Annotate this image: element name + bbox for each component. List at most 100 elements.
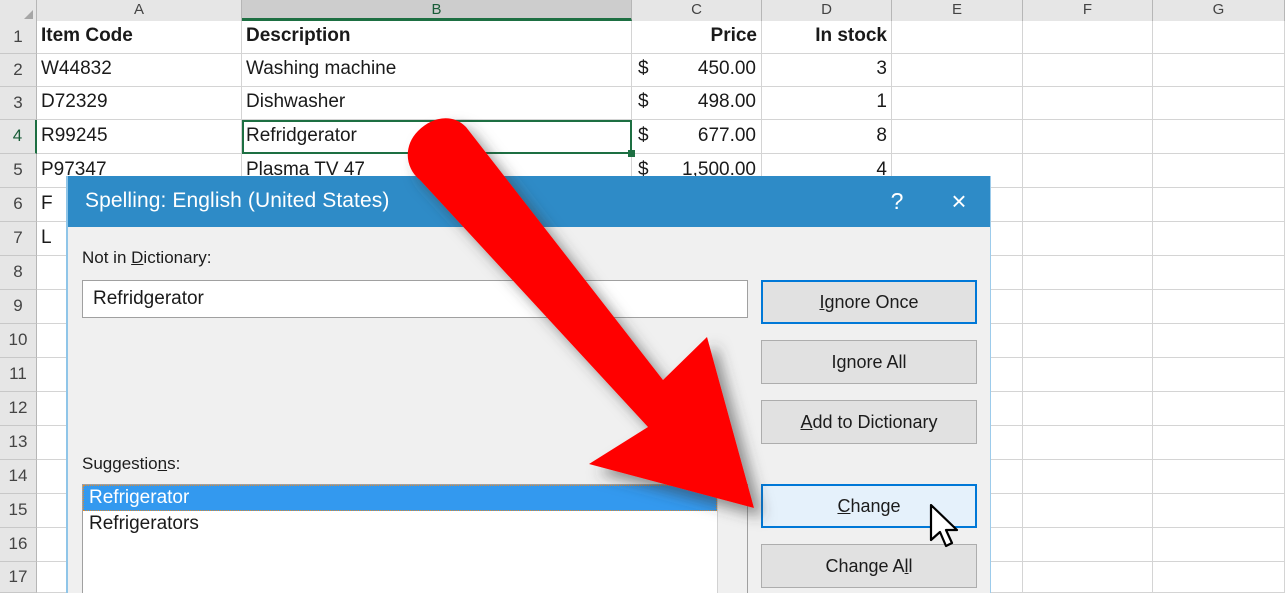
suggestion-item[interactable]: Refrigerator	[83, 485, 717, 511]
cell-F14[interactable]	[1023, 460, 1153, 494]
cell-G1[interactable]	[1153, 21, 1285, 54]
cell-F17[interactable]	[1023, 562, 1153, 593]
cell-G10[interactable]	[1153, 324, 1285, 358]
cell-F15[interactable]	[1023, 494, 1153, 528]
row-header-13[interactable]: 13	[0, 426, 37, 460]
select-all-corner[interactable]	[0, 0, 37, 21]
row-header-3[interactable]: 3	[0, 87, 37, 120]
not-in-dictionary-field[interactable]: Refridgerator	[82, 280, 748, 318]
cell-G17[interactable]	[1153, 562, 1285, 593]
cell-F9[interactable]	[1023, 290, 1153, 324]
button-label-post: gnore Once	[824, 292, 919, 312]
button-label-accelerator: g	[836, 352, 847, 372]
cell-C2[interactable]: $450.00	[632, 54, 762, 87]
cell-F12[interactable]	[1023, 392, 1153, 426]
close-icon[interactable]: ×	[928, 176, 990, 227]
row-header-11[interactable]: 11	[0, 358, 37, 392]
cell-A4[interactable]: R99245	[37, 120, 242, 154]
cell-D3[interactable]: 1	[762, 87, 892, 120]
row-header-1[interactable]: 1	[0, 21, 37, 54]
cell-E3[interactable]	[892, 87, 1023, 120]
suggestions-scrollbar[interactable]: ⌃	[717, 485, 747, 593]
cell-E4[interactable]	[892, 120, 1023, 154]
row-header-10[interactable]: 10	[0, 324, 37, 358]
scroll-up-arrow-icon[interactable]: ⌃	[718, 485, 747, 515]
column-header-g[interactable]: G	[1153, 0, 1285, 21]
column-header-d[interactable]: D	[762, 0, 892, 21]
cell-G7[interactable]	[1153, 222, 1285, 256]
cell-A3[interactable]: D72329	[37, 87, 242, 120]
cell-G3[interactable]	[1153, 87, 1285, 120]
cell-F10[interactable]	[1023, 324, 1153, 358]
cell-B2[interactable]: Washing machine	[242, 54, 632, 87]
row-header-4[interactable]: 4	[0, 120, 37, 154]
cell-F16[interactable]	[1023, 528, 1153, 562]
cell-G16[interactable]	[1153, 528, 1285, 562]
currency-symbol: $	[638, 91, 649, 112]
button-label-pre: Change A	[825, 556, 905, 576]
cell-G13[interactable]	[1153, 426, 1285, 460]
row-header-5[interactable]: 5	[0, 154, 37, 188]
cell-G11[interactable]	[1153, 358, 1285, 392]
button-label-post: l	[908, 556, 913, 576]
column-header-b[interactable]: B	[242, 0, 632, 21]
cell-F13[interactable]	[1023, 426, 1153, 460]
row-header-7[interactable]: 7	[0, 222, 37, 256]
ignore-all-button[interactable]: Ignore All	[761, 340, 977, 384]
cell-B3[interactable]: Dishwasher	[242, 87, 632, 120]
fill-handle[interactable]	[628, 150, 635, 157]
cell-C3[interactable]: $498.00	[632, 87, 762, 120]
row-header-17[interactable]: 17	[0, 562, 37, 593]
button-label-accelerator: A	[800, 412, 813, 432]
cell-F4[interactable]	[1023, 120, 1153, 154]
cell-G5[interactable]	[1153, 154, 1285, 188]
help-icon[interactable]: ?	[866, 176, 928, 227]
row-header-8[interactable]: 8	[0, 256, 37, 290]
cell-F8[interactable]	[1023, 256, 1153, 290]
cell-F3[interactable]	[1023, 87, 1153, 120]
cell-G15[interactable]	[1153, 494, 1285, 528]
button-label-post: hange	[850, 496, 901, 516]
suggestions-list[interactable]: Refrigerator Refrigerators ⌃	[82, 484, 748, 593]
row-header-9[interactable]: 9	[0, 290, 37, 324]
cell-A2[interactable]: W44832	[37, 54, 242, 87]
cell-B1[interactable]: Description	[242, 21, 632, 54]
cell-F2[interactable]	[1023, 54, 1153, 87]
cell-G12[interactable]	[1153, 392, 1285, 426]
cell-E1[interactable]	[892, 21, 1023, 54]
cell-G8[interactable]	[1153, 256, 1285, 290]
row-header-2[interactable]: 2	[0, 54, 37, 87]
cell-A1[interactable]: Item Code	[37, 21, 242, 54]
cell-F5[interactable]	[1023, 154, 1153, 188]
ignore-once-button[interactable]: Ignore Once	[761, 280, 977, 324]
row-header-16[interactable]: 16	[0, 528, 37, 562]
cell-G14[interactable]	[1153, 460, 1285, 494]
cell-F11[interactable]	[1023, 358, 1153, 392]
add-to-dictionary-button[interactable]: Add to Dictionary	[761, 400, 977, 444]
cell-F6[interactable]	[1023, 188, 1153, 222]
column-header-e[interactable]: E	[892, 0, 1023, 21]
column-header-f[interactable]: F	[1023, 0, 1153, 21]
column-header-c[interactable]: C	[632, 0, 762, 21]
cell-C4[interactable]: $677.00	[632, 120, 762, 154]
cell-E2[interactable]	[892, 54, 1023, 87]
row-header-6[interactable]: 6	[0, 188, 37, 222]
column-header-a[interactable]: A	[37, 0, 242, 21]
cell-G4[interactable]	[1153, 120, 1285, 154]
cell-D4[interactable]: 8	[762, 120, 892, 154]
button-label-post: dd to Dictionary	[812, 412, 938, 432]
cell-G6[interactable]	[1153, 188, 1285, 222]
row-header-14[interactable]: 14	[0, 460, 37, 494]
cell-D1[interactable]: In stock	[762, 21, 892, 54]
row-header-12[interactable]: 12	[0, 392, 37, 426]
cell-C1[interactable]: Price	[632, 21, 762, 54]
suggestion-item[interactable]: Refrigerators	[83, 511, 717, 537]
cell-F1[interactable]	[1023, 21, 1153, 54]
cell-F7[interactable]	[1023, 222, 1153, 256]
cell-value: 677.00	[697, 125, 756, 146]
row-header-15[interactable]: 15	[0, 494, 37, 528]
cell-G9[interactable]	[1153, 290, 1285, 324]
cell-G2[interactable]	[1153, 54, 1285, 87]
cell-value: 450.00	[697, 58, 756, 79]
cell-D2[interactable]: 3	[762, 54, 892, 87]
